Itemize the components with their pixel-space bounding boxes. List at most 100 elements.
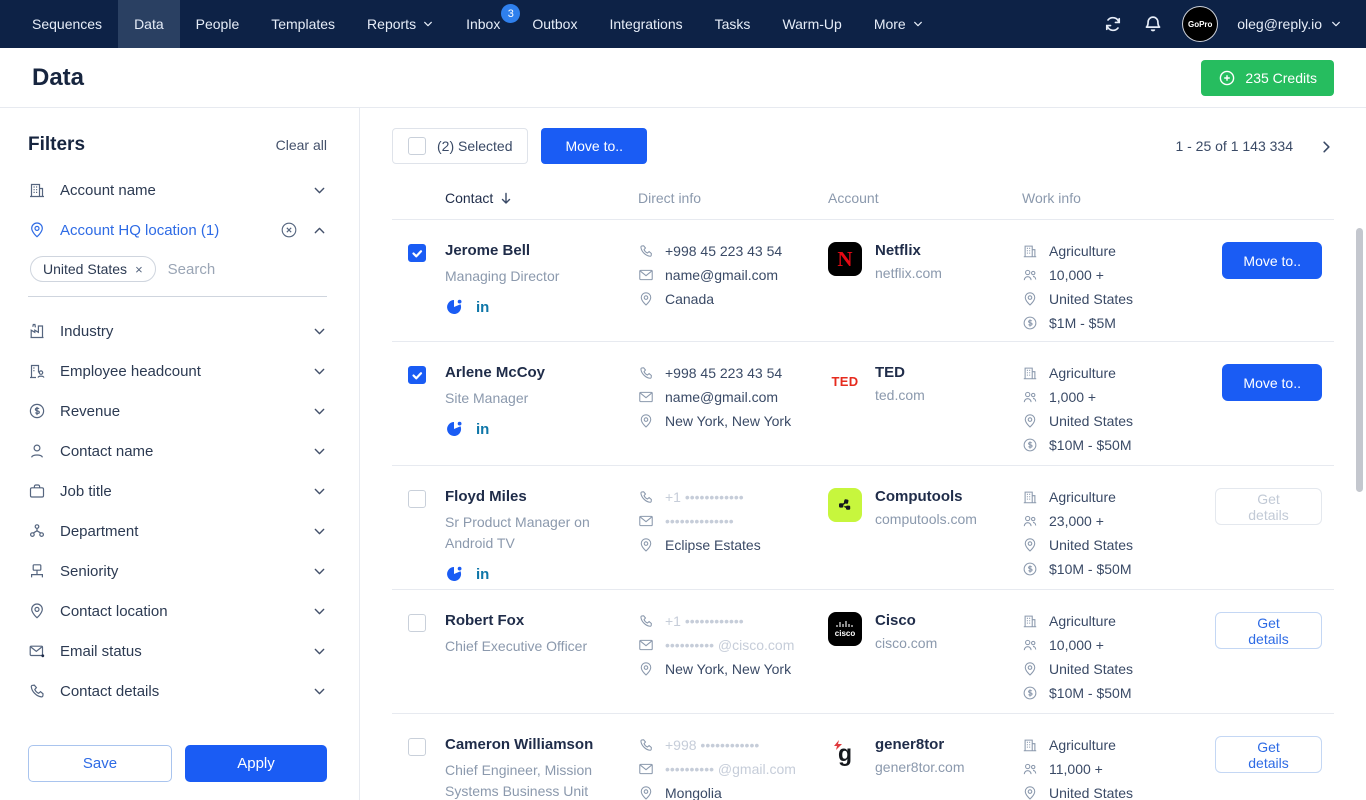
linkedin-icon[interactable]: in xyxy=(476,299,489,316)
account-domain: computools.com xyxy=(875,511,977,527)
nav-item-integrations[interactable]: Integrations xyxy=(593,0,698,48)
data-source-icon[interactable] xyxy=(445,565,463,583)
work-revenue: $10M - $50M xyxy=(1049,560,1131,579)
phone-icon xyxy=(638,737,654,753)
save-button[interactable]: Save xyxy=(28,745,172,782)
nav-item-more[interactable]: More xyxy=(858,0,940,48)
table-row: Cameron Williamson Chief Engineer, Missi… xyxy=(392,714,1334,800)
check-icon xyxy=(411,369,423,381)
linkedin-icon[interactable]: in xyxy=(476,566,489,583)
location-pin-icon xyxy=(1022,537,1038,553)
nav-item-data[interactable]: Data xyxy=(118,0,180,48)
chip-label: United States xyxy=(43,261,127,277)
filter-contact-name[interactable]: Contact name xyxy=(28,431,327,471)
row-checkbox[interactable] xyxy=(408,490,426,508)
account-domain: cisco.com xyxy=(875,635,937,651)
mail-icon xyxy=(638,267,654,283)
selected-count-button[interactable]: (2) Selected xyxy=(392,128,528,164)
contact-location: New York, New York xyxy=(665,660,791,679)
work-headcount: 10,000 + xyxy=(1049,266,1104,285)
contact-name[interactable]: Cameron Williamson xyxy=(445,736,638,753)
clear-all-link[interactable]: Clear all xyxy=(276,137,327,153)
table-header: Contact Direct info Account Work info xyxy=(392,190,1334,220)
contact-name[interactable]: Floyd Miles xyxy=(445,488,638,505)
filter-department[interactable]: Department xyxy=(28,511,327,551)
linkedin-icon[interactable]: in xyxy=(476,421,489,438)
credits-button[interactable]: 235 Credits xyxy=(1201,60,1334,96)
row-move-to-button[interactable]: Move to.. xyxy=(1222,364,1322,401)
location-search-input[interactable] xyxy=(168,261,278,278)
chevron-down-icon[interactable] xyxy=(312,364,327,379)
nav-item-tasks[interactable]: Tasks xyxy=(699,0,767,48)
nav-item-inbox[interactable]: Inbox3 xyxy=(450,0,516,48)
filter-seniority[interactable]: Seniority xyxy=(28,551,327,591)
people-icon xyxy=(1022,389,1038,405)
row-checkbox[interactable] xyxy=(408,366,426,384)
nav-item-templates[interactable]: Templates xyxy=(255,0,351,48)
nav-item-reports[interactable]: Reports xyxy=(351,0,450,48)
row-checkbox[interactable] xyxy=(408,738,426,756)
chevron-down-icon[interactable] xyxy=(312,324,327,339)
account-menu[interactable]: oleg@reply.io xyxy=(1237,16,1342,32)
chevron-down-icon[interactable] xyxy=(312,183,327,198)
filter-contact-location[interactable]: Contact location xyxy=(28,591,327,631)
people-icon xyxy=(1022,267,1038,283)
vertical-scrollbar[interactable] xyxy=(1356,228,1363,492)
row-checkbox[interactable] xyxy=(408,614,426,632)
column-header-contact[interactable]: Contact xyxy=(445,190,638,206)
chevron-down-icon[interactable] xyxy=(312,644,327,659)
get-details-button[interactable]: Get details xyxy=(1215,736,1322,773)
clear-filter-icon[interactable] xyxy=(280,221,298,239)
filter-job-title[interactable]: Job title xyxy=(28,471,327,511)
data-source-icon[interactable] xyxy=(445,420,463,438)
data-table-area: (2) Selected Move to.. 1 - 25 of 1 143 3… xyxy=(360,108,1366,800)
people-icon xyxy=(1022,513,1038,529)
mail-icon xyxy=(638,389,654,405)
bell-icon[interactable] xyxy=(1143,14,1163,34)
briefcase-icon xyxy=(28,482,46,500)
filter-email-status[interactable]: Email status xyxy=(28,631,327,671)
row-move-to-button[interactable]: Move to.. xyxy=(1222,242,1322,279)
chevron-down-icon[interactable] xyxy=(312,404,327,419)
move-to-button[interactable]: Move to.. xyxy=(541,128,647,164)
chevron-down-icon[interactable] xyxy=(312,684,327,699)
chevron-up-icon[interactable] xyxy=(312,223,327,238)
contact-name[interactable]: Arlene McCoy xyxy=(445,364,638,381)
work-country: United States xyxy=(1049,536,1133,555)
chip-remove-icon[interactable]: × xyxy=(135,262,143,277)
data-source-icon[interactable] xyxy=(445,298,463,316)
filter-industry[interactable]: Industry xyxy=(28,311,327,351)
nav-item-outbox[interactable]: Outbox xyxy=(516,0,593,48)
nav-item-sequences[interactable]: Sequences xyxy=(16,0,118,48)
filter-revenue[interactable]: Revenue xyxy=(28,391,327,431)
apply-button[interactable]: Apply xyxy=(185,745,327,782)
chevron-down-icon[interactable] xyxy=(312,604,327,619)
filter-account-hq-location[interactable]: Account HQ location (1) xyxy=(28,210,327,250)
row-checkbox[interactable] xyxy=(408,244,426,262)
contact-location: Mongolia xyxy=(665,784,722,800)
refresh-icon[interactable] xyxy=(1103,14,1123,34)
phone-icon xyxy=(28,682,46,700)
contact-name[interactable]: Jerome Bell xyxy=(445,242,638,259)
chevron-down-icon[interactable] xyxy=(312,564,327,579)
mail-icon xyxy=(638,637,654,653)
next-page-icon[interactable] xyxy=(1319,139,1334,154)
select-all-checkbox[interactable] xyxy=(408,137,426,155)
computools-symbol xyxy=(836,496,854,514)
chevron-down-icon[interactable] xyxy=(312,444,327,459)
company-logo-computools xyxy=(828,488,862,522)
nav-item-people[interactable]: People xyxy=(180,0,256,48)
phone-icon xyxy=(638,243,654,259)
filter-account-name[interactable]: Account name xyxy=(28,170,327,210)
filter-chip-united-states[interactable]: United States × xyxy=(30,256,156,282)
chevron-down-icon[interactable] xyxy=(312,524,327,539)
filter-contact-details[interactable]: Contact details xyxy=(28,671,327,711)
filter-employee-headcount[interactable]: Employee headcount xyxy=(28,351,327,391)
get-details-button[interactable]: Get details xyxy=(1215,612,1322,649)
location-pin-icon xyxy=(638,537,654,553)
chevron-down-icon[interactable] xyxy=(312,484,327,499)
avatar[interactable]: GoPro xyxy=(1183,7,1217,41)
nav-item-warmup[interactable]: Warm-Up xyxy=(766,0,857,48)
sort-descending-icon[interactable] xyxy=(499,191,513,205)
contact-name[interactable]: Robert Fox xyxy=(445,612,638,629)
